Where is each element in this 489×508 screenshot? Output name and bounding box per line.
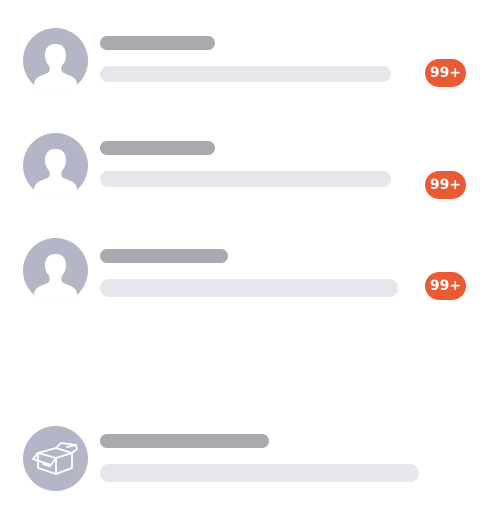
conversation-item[interactable]: 99+ bbox=[0, 28, 489, 98]
system-notification-item[interactable] bbox=[0, 426, 489, 496]
user-silhouette-icon bbox=[34, 44, 77, 93]
notification-title-placeholder bbox=[100, 434, 269, 448]
unread-count-badge: 99+ bbox=[425, 272, 466, 300]
unread-count-badge: 99+ bbox=[425, 171, 466, 199]
conversation-title-placeholder bbox=[100, 141, 215, 155]
user-silhouette-icon bbox=[34, 149, 77, 198]
message-preview-placeholder bbox=[100, 66, 391, 82]
user-avatar bbox=[23, 28, 88, 93]
conversation-title-placeholder bbox=[100, 249, 228, 263]
user-avatar bbox=[23, 238, 88, 303]
conversation-item[interactable]: 99+ bbox=[0, 238, 489, 308]
conversation-title-placeholder bbox=[100, 36, 215, 50]
open-box-icon bbox=[32, 442, 78, 475]
user-silhouette-icon bbox=[34, 254, 77, 303]
unread-count-badge: 99+ bbox=[425, 59, 466, 87]
message-preview-placeholder bbox=[100, 279, 398, 297]
conversation-item[interactable]: 99+ bbox=[0, 133, 489, 203]
system-avatar bbox=[23, 426, 88, 491]
user-avatar bbox=[23, 133, 88, 198]
message-preview-placeholder bbox=[100, 171, 391, 187]
notification-preview-placeholder bbox=[100, 464, 419, 482]
